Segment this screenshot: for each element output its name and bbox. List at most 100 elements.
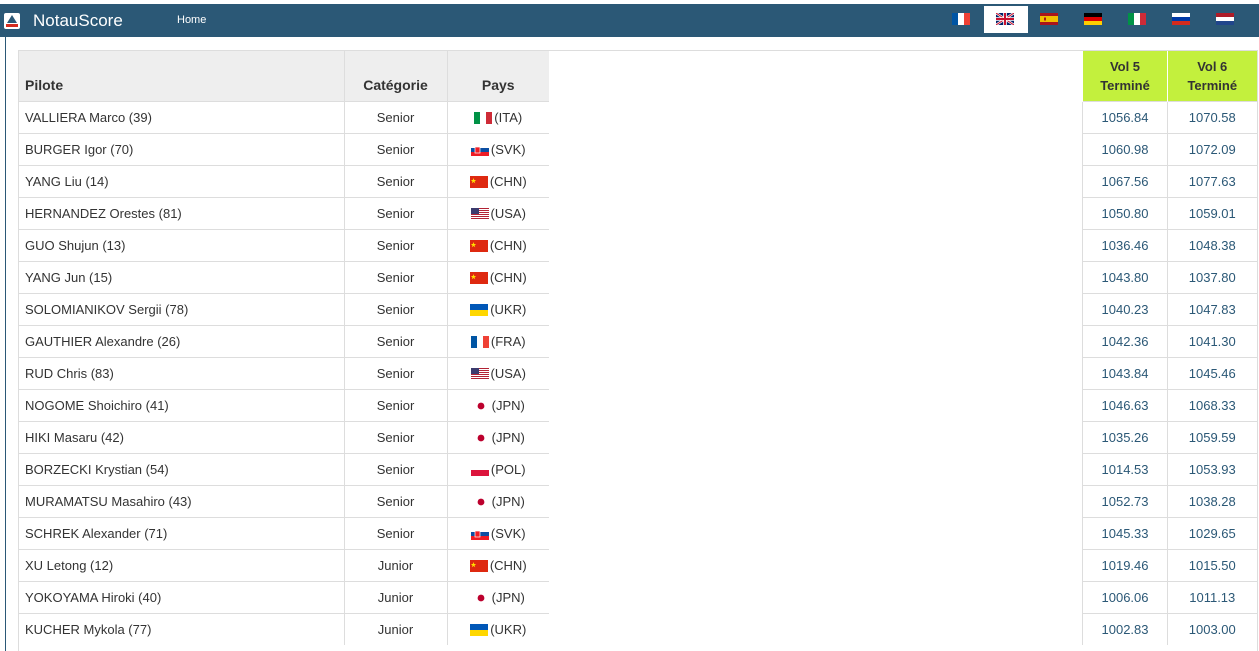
table-row[interactable]: BURGER Igor (70) Senior (SVK)	[19, 132, 549, 165]
pilot-category: Junior	[343, 548, 447, 581]
app-logo-icon[interactable]	[4, 13, 20, 29]
table-row[interactable]: KUCHER Mykola (77) Junior (UKR)	[19, 612, 549, 645]
pilot-name: BURGER Igor (70)	[19, 132, 344, 165]
flag-spain-icon	[1040, 13, 1058, 25]
header-category[interactable]: Catégorie	[343, 51, 447, 101]
table-right-border	[1257, 50, 1258, 651]
score-vol6[interactable]: 1045.46	[1167, 356, 1257, 389]
score-vol6[interactable]: 1072.09	[1167, 132, 1257, 165]
pilot-category: Senior	[343, 516, 447, 549]
flag-chn-icon	[469, 559, 488, 572]
country-code: (UKR)	[490, 621, 527, 637]
pilot-name: YANG Jun (15)	[19, 260, 344, 293]
table-row[interactable]: HERNANDEZ Orestes (81) Senior (USA)	[19, 196, 549, 229]
flag-jpn-icon	[471, 431, 490, 444]
table-row[interactable]: YANG Liu (14) Senior (CHN)	[19, 164, 549, 197]
score-vol5[interactable]: 1043.80	[1082, 260, 1168, 293]
pilot-country: (JPN)	[446, 420, 549, 453]
score-vol6[interactable]: 1015.50	[1167, 548, 1257, 581]
table-row[interactable]: SOLOMIANIKOV Sergii (78) Senior (UKR)	[19, 292, 549, 325]
header-vol5[interactable]: Vol 5 Terminé	[1082, 51, 1168, 101]
table-row[interactable]: MURAMATSU Masahiro (43) Senior (JPN)	[19, 484, 549, 517]
score-vol5[interactable]: 1067.56	[1082, 164, 1168, 197]
header-vol6-status: Terminé	[1187, 77, 1238, 93]
language-button-italy[interactable]	[1116, 6, 1160, 33]
score-vol5[interactable]: 1043.84	[1082, 356, 1168, 389]
pilot-category: Senior	[343, 196, 447, 229]
pilot-country: (SVK)	[446, 516, 549, 549]
pilot-category: Senior	[343, 100, 447, 133]
score-vol6[interactable]: 1068.33	[1167, 388, 1257, 421]
table-row[interactable]: BORZECKI Krystian (54) Senior (POL)	[19, 452, 549, 485]
table-row[interactable]: YOKOYAMA Hiroki (40) Junior (JPN)	[19, 580, 549, 613]
score-vol5[interactable]: 1006.06	[1082, 580, 1168, 613]
header-vol6[interactable]: Vol 6 Terminé	[1167, 51, 1257, 101]
score-vol5[interactable]: 1019.46	[1082, 548, 1168, 581]
score-vol6[interactable]: 1070.58	[1167, 100, 1257, 133]
language-button-germany[interactable]	[1072, 6, 1116, 33]
score-vol5[interactable]: 1002.83	[1082, 612, 1168, 645]
nav-home-link[interactable]: Home	[177, 14, 206, 26]
score-vol5[interactable]: 1046.63	[1082, 388, 1168, 421]
flag-usa-icon	[470, 367, 489, 380]
score-vol6[interactable]: 1077.63	[1167, 164, 1257, 197]
country-code: (USA)	[490, 365, 526, 381]
header-vol5-title: Vol 5	[1109, 58, 1141, 74]
score-vol6[interactable]: 1011.13	[1167, 580, 1257, 613]
country-code: (POL)	[490, 461, 526, 477]
table-row[interactable]: VALLIERA Marco (39) Senior (ITA)	[19, 100, 549, 133]
score-vol5[interactable]: 1042.36	[1082, 324, 1168, 357]
table-row[interactable]: SCHREK Alexander (71) Senior (SVK)	[19, 516, 549, 549]
country-code: (CHN)	[489, 557, 527, 573]
flag-svk-icon	[470, 527, 489, 540]
score-vol5[interactable]: 1050.80	[1082, 196, 1168, 229]
table-row[interactable]: HIKI Masaru (42) Senior (JPN)	[19, 420, 549, 453]
score-vol5[interactable]: 1045.33	[1082, 516, 1168, 549]
score-vol5[interactable]: 1040.23	[1082, 292, 1168, 325]
brand-title[interactable]: NotauScore	[33, 11, 123, 31]
language-button-russia[interactable]	[1160, 6, 1204, 33]
score-vol6[interactable]: 1059.01	[1167, 196, 1257, 229]
score-vol6[interactable]: 1038.28	[1167, 484, 1257, 517]
score-row: 1050.80 1059.01	[1082, 196, 1257, 229]
score-vol6[interactable]: 1037.80	[1167, 260, 1257, 293]
score-vol5[interactable]: 1056.84	[1082, 100, 1168, 133]
flag-germany-icon	[1084, 13, 1102, 25]
score-vol6[interactable]: 1041.30	[1167, 324, 1257, 357]
header-country[interactable]: Pays	[446, 51, 549, 101]
score-row: 1043.84 1045.46	[1082, 356, 1257, 389]
language-button-netherlands[interactable]	[1204, 6, 1248, 33]
table-row[interactable]: XU Letong (12) Junior (CHN)	[19, 548, 549, 581]
score-row: 1040.23 1047.83	[1082, 292, 1257, 325]
language-button-uk[interactable]	[984, 6, 1028, 33]
pilot-name: HERNANDEZ Orestes (81)	[19, 196, 344, 229]
language-button-spain[interactable]	[1028, 6, 1072, 33]
pilot-name: BORZECKI Krystian (54)	[19, 452, 344, 485]
score-vol6[interactable]: 1059.59	[1167, 420, 1257, 453]
table-row[interactable]: YANG Jun (15) Senior (CHN)	[19, 260, 549, 293]
flag-ukr-icon	[470, 623, 489, 636]
table-row[interactable]: GAUTHIER Alexandre (26) Senior (FRA)	[19, 324, 549, 357]
score-vol6[interactable]: 1047.83	[1167, 292, 1257, 325]
table-row[interactable]: RUD Chris (83) Senior (USA)	[19, 356, 549, 389]
language-button-france[interactable]	[940, 6, 984, 33]
score-vol6[interactable]: 1053.93	[1167, 452, 1257, 485]
pilot-name: GAUTHIER Alexandre (26)	[19, 324, 344, 357]
score-vol5[interactable]: 1052.73	[1082, 484, 1168, 517]
table-row[interactable]: NOGOME Shoichiro (41) Senior (JPN)	[19, 388, 549, 421]
pilot-country: (UKR)	[446, 612, 549, 645]
table-row[interactable]: GUO Shujun (13) Senior (CHN)	[19, 228, 549, 261]
score-vol5[interactable]: 1035.26	[1082, 420, 1168, 453]
header-pilot[interactable]: Pilote	[19, 51, 344, 101]
score-vol5[interactable]: 1036.46	[1082, 228, 1168, 261]
score-vol6[interactable]: 1029.65	[1167, 516, 1257, 549]
country-code: (USA)	[490, 205, 526, 221]
score-vol5[interactable]: 1014.53	[1082, 452, 1168, 485]
score-vol6[interactable]: 1003.00	[1167, 612, 1257, 645]
pilot-name: RUD Chris (83)	[19, 356, 344, 389]
score-vol6[interactable]: 1048.38	[1167, 228, 1257, 261]
score-vol5[interactable]: 1060.98	[1082, 132, 1168, 165]
flag-russia-icon	[1172, 13, 1190, 25]
pilot-category: Senior	[343, 452, 447, 485]
pilot-country: (UKR)	[446, 292, 549, 325]
